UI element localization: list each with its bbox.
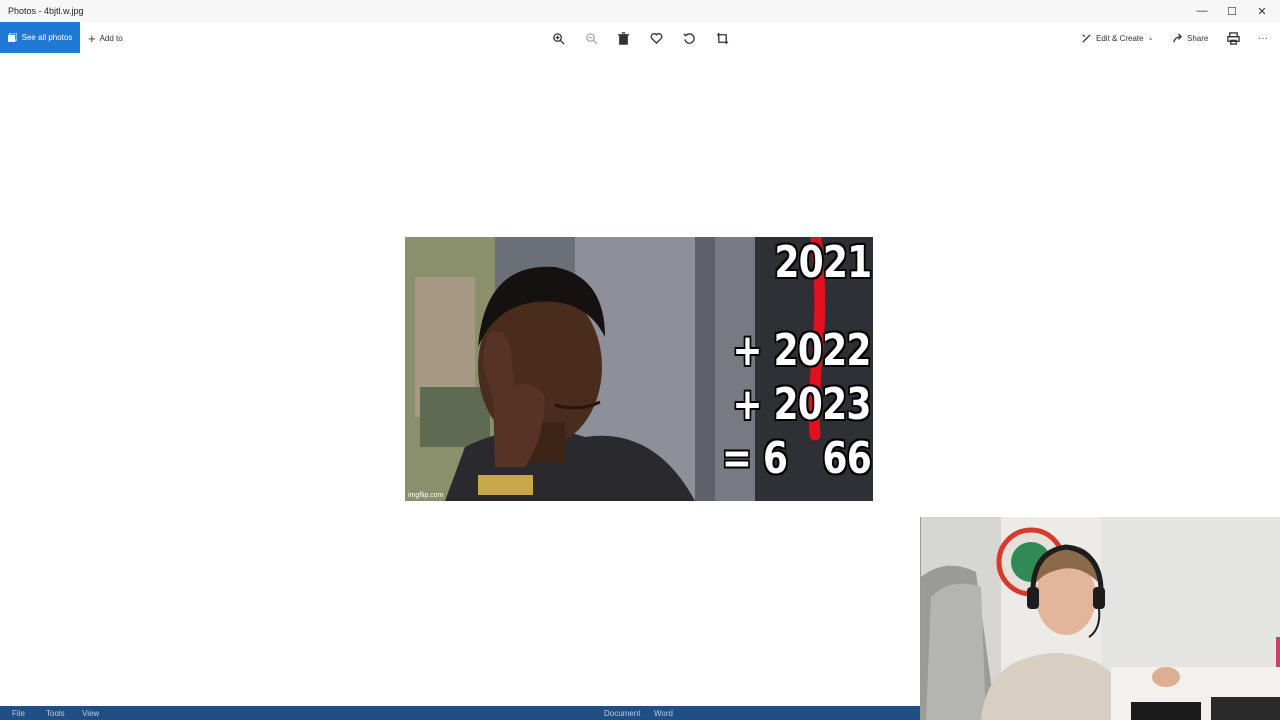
title-bar: Photos - 4bjtl.w.jpg — ☐ ✕ [0,0,1280,22]
crop-button[interactable] [714,30,730,46]
plus-icon: + [88,30,96,46]
taskbar-item-view[interactable]: View [82,709,99,718]
heart-icon [650,32,662,44]
share-icon [1173,32,1183,42]
taskbar-item-word[interactable]: Word [654,709,673,718]
rotate-icon [682,32,695,44]
photo-image: 2021 + 2022 + 2023 = 6 66 imgflip.com [405,237,873,501]
maximize-button[interactable]: ☐ [1217,0,1247,22]
taskbar-item-tools[interactable]: Tools [46,709,65,718]
add-to-label: Add to [99,33,123,43]
share-label: Share [1187,33,1209,43]
see-all-photos-label: See all photos [21,33,73,42]
watermark: imgflip.com [408,492,444,499]
delete-button[interactable] [615,30,631,46]
photos-icon [7,33,17,42]
webcam-video [921,517,1280,720]
edit-create-button[interactable]: Edit & Create ⌄ [1081,31,1153,45]
meme-result: = 6 66 [721,433,872,484]
meme-number-2021: 2021 [773,237,872,288]
favorite-button[interactable] [648,30,664,46]
toolbar: See all photos + Add to Edit & Create ⌄ … [0,22,1280,54]
window-title: Photos - 4bjtl.w.jpg [8,6,84,16]
edit-icon [1082,33,1091,43]
see-all-photos-button[interactable]: See all photos [0,22,80,53]
share-button[interactable]: Share [1172,31,1208,45]
more-options-button[interactable]: ··· [1255,30,1271,46]
close-button[interactable]: ✕ [1247,0,1277,22]
meme-number-2023: + 2023 [732,379,872,430]
zoom-out-icon [585,32,598,45]
zoom-out-button[interactable] [583,30,599,46]
edit-create-label: Edit & Create [1096,33,1144,43]
trash-icon [617,31,629,45]
zoom-in-button[interactable] [550,30,566,46]
chevron-down-icon: ⌄ [1147,35,1154,42]
print-button[interactable] [1225,30,1241,46]
taskbar-item-file[interactable]: File [12,709,25,718]
minimize-button[interactable]: — [1187,0,1217,22]
zoom-in-icon [552,32,565,45]
meme-number-2022: + 2022 [732,325,872,376]
crop-icon [716,32,728,44]
webcam-overlay [920,517,1280,720]
taskbar-item-document[interactable]: Document [604,709,640,718]
print-icon [1226,31,1240,45]
rotate-button[interactable] [681,30,697,46]
add-to-button[interactable]: + Add to [88,30,123,46]
